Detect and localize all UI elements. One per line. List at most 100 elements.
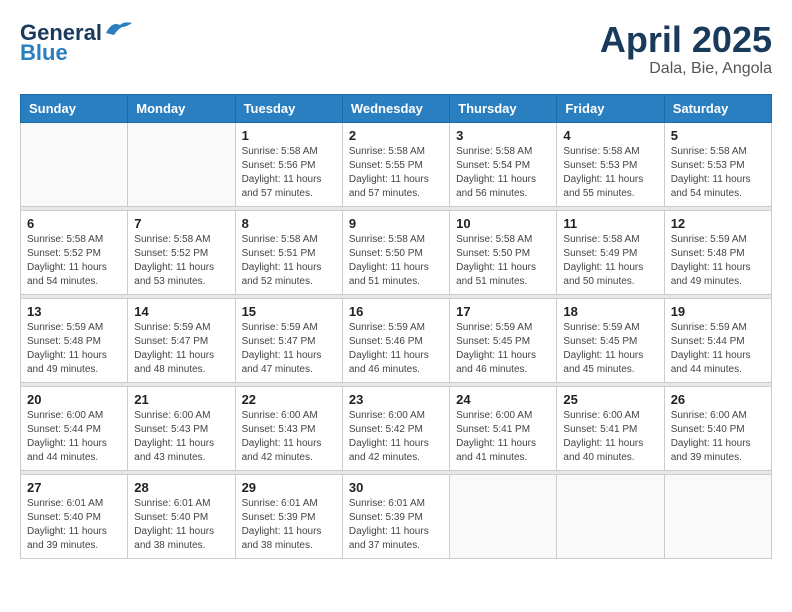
day-number: 13 (27, 304, 121, 319)
day-number: 6 (27, 216, 121, 231)
day-info: Sunrise: 6:01 AM Sunset: 5:39 PM Dayligh… (349, 497, 443, 553)
day-number: 16 (349, 304, 443, 319)
calendar-cell (557, 474, 664, 558)
calendar-week-row: 27 Sunrise: 6:01 AM Sunset: 5:40 PM Dayli… (21, 474, 772, 558)
calendar-cell: 11 Sunrise: 5:58 AM Sunset: 5:49 PM Dayli… (557, 210, 664, 294)
day-info: Sunrise: 6:00 AM Sunset: 5:40 PM Dayligh… (671, 409, 765, 465)
logo-blue: Blue (20, 40, 68, 66)
day-info: Sunrise: 5:58 AM Sunset: 5:56 PM Dayligh… (242, 145, 336, 201)
logo-bird-icon (104, 19, 134, 39)
day-number: 7 (134, 216, 228, 231)
day-number: 29 (242, 480, 336, 495)
day-info: Sunrise: 5:59 AM Sunset: 5:48 PM Dayligh… (671, 233, 765, 289)
day-number: 30 (349, 480, 443, 495)
day-number: 4 (563, 128, 657, 143)
calendar-subtitle: Dala, Bie, Angola (600, 60, 772, 78)
day-info: Sunrise: 5:58 AM Sunset: 5:49 PM Dayligh… (563, 233, 657, 289)
calendar-cell (21, 122, 128, 206)
day-number: 21 (134, 392, 228, 407)
calendar-cell: 19 Sunrise: 5:59 AM Sunset: 5:44 PM Dayli… (664, 298, 771, 382)
day-info: Sunrise: 5:58 AM Sunset: 5:54 PM Dayligh… (456, 145, 550, 201)
calendar-week-row: 13 Sunrise: 5:59 AM Sunset: 5:48 PM Dayli… (21, 298, 772, 382)
logo: General Blue (20, 20, 134, 66)
title-block: April 2025 Dala, Bie, Angola (600, 20, 772, 78)
day-number: 23 (349, 392, 443, 407)
day-number: 20 (27, 392, 121, 407)
calendar-cell: 2 Sunrise: 5:58 AM Sunset: 5:55 PM Daylig… (342, 122, 449, 206)
day-info: Sunrise: 6:00 AM Sunset: 5:44 PM Dayligh… (27, 409, 121, 465)
calendar-cell (664, 474, 771, 558)
day-number: 27 (27, 480, 121, 495)
weekday-header: Friday (557, 94, 664, 122)
day-info: Sunrise: 5:58 AM Sunset: 5:52 PM Dayligh… (27, 233, 121, 289)
calendar-cell: 30 Sunrise: 6:01 AM Sunset: 5:39 PM Dayli… (342, 474, 449, 558)
day-number: 11 (563, 216, 657, 231)
calendar-cell: 27 Sunrise: 6:01 AM Sunset: 5:40 PM Dayli… (21, 474, 128, 558)
calendar-cell: 3 Sunrise: 5:58 AM Sunset: 5:54 PM Daylig… (450, 122, 557, 206)
day-number: 8 (242, 216, 336, 231)
calendar-week-row: 6 Sunrise: 5:58 AM Sunset: 5:52 PM Daylig… (21, 210, 772, 294)
calendar-cell (450, 474, 557, 558)
day-number: 22 (242, 392, 336, 407)
day-number: 14 (134, 304, 228, 319)
calendar-cell: 4 Sunrise: 5:58 AM Sunset: 5:53 PM Daylig… (557, 122, 664, 206)
day-info: Sunrise: 6:00 AM Sunset: 5:43 PM Dayligh… (242, 409, 336, 465)
calendar-cell: 5 Sunrise: 5:58 AM Sunset: 5:53 PM Daylig… (664, 122, 771, 206)
day-number: 28 (134, 480, 228, 495)
day-info: Sunrise: 5:59 AM Sunset: 5:47 PM Dayligh… (134, 321, 228, 377)
day-number: 3 (456, 128, 550, 143)
day-number: 17 (456, 304, 550, 319)
weekday-header: Saturday (664, 94, 771, 122)
day-info: Sunrise: 5:59 AM Sunset: 5:45 PM Dayligh… (563, 321, 657, 377)
day-number: 24 (456, 392, 550, 407)
calendar-cell: 13 Sunrise: 5:59 AM Sunset: 5:48 PM Dayli… (21, 298, 128, 382)
day-info: Sunrise: 6:01 AM Sunset: 5:40 PM Dayligh… (134, 497, 228, 553)
day-number: 2 (349, 128, 443, 143)
calendar-cell: 29Sunrise: 6:01 AM Sunset: 5:39 PM Dayli… (235, 474, 342, 558)
day-number: 5 (671, 128, 765, 143)
day-info: Sunrise: 5:58 AM Sunset: 5:53 PM Dayligh… (671, 145, 765, 201)
calendar-header-row: SundayMondayTuesdayWednesdayThursdayFrid… (21, 94, 772, 122)
day-info: Sunrise: 5:58 AM Sunset: 5:50 PM Dayligh… (456, 233, 550, 289)
weekday-header: Tuesday (235, 94, 342, 122)
weekday-header: Monday (128, 94, 235, 122)
day-number: 9 (349, 216, 443, 231)
calendar-cell: 14 Sunrise: 5:59 AM Sunset: 5:47 PM Dayli… (128, 298, 235, 382)
day-info: Sunrise: 5:58 AM Sunset: 5:55 PM Dayligh… (349, 145, 443, 201)
day-number: 25 (563, 392, 657, 407)
day-number: 12 (671, 216, 765, 231)
day-info: Sunrise: 5:58 AM Sunset: 5:50 PM Dayligh… (349, 233, 443, 289)
page-header: General Blue April 2025 Dala, Bie, Angol… (20, 20, 772, 78)
day-number: 19 (671, 304, 765, 319)
calendar-cell: 7Sunrise: 5:58 AM Sunset: 5:52 PM Daylig… (128, 210, 235, 294)
day-info: Sunrise: 6:00 AM Sunset: 5:42 PM Dayligh… (349, 409, 443, 465)
day-number: 10 (456, 216, 550, 231)
day-info: Sunrise: 5:59 AM Sunset: 5:48 PM Dayligh… (27, 321, 121, 377)
calendar-title: April 2025 (600, 20, 772, 60)
weekday-header: Wednesday (342, 94, 449, 122)
calendar-cell (128, 122, 235, 206)
calendar-cell: 12 Sunrise: 5:59 AM Sunset: 5:48 PM Dayli… (664, 210, 771, 294)
calendar-cell: 1Sunrise: 5:58 AM Sunset: 5:56 PM Daylig… (235, 122, 342, 206)
calendar-cell: 15Sunrise: 5:59 AM Sunset: 5:47 PM Dayli… (235, 298, 342, 382)
weekday-header: Sunday (21, 94, 128, 122)
day-info: Sunrise: 5:59 AM Sunset: 5:45 PM Dayligh… (456, 321, 550, 377)
day-info: Sunrise: 6:01 AM Sunset: 5:40 PM Dayligh… (27, 497, 121, 553)
calendar-week-row: 20 Sunrise: 6:00 AM Sunset: 5:44 PM Dayli… (21, 386, 772, 470)
calendar-cell: 9 Sunrise: 5:58 AM Sunset: 5:50 PM Daylig… (342, 210, 449, 294)
calendar-cell: 21 Sunrise: 6:00 AM Sunset: 5:43 PM Dayli… (128, 386, 235, 470)
calendar-cell: 10 Sunrise: 5:58 AM Sunset: 5:50 PM Dayli… (450, 210, 557, 294)
day-info: Sunrise: 5:58 AM Sunset: 5:53 PM Dayligh… (563, 145, 657, 201)
day-info: Sunrise: 5:59 AM Sunset: 5:47 PM Dayligh… (242, 321, 336, 377)
calendar-cell: 18 Sunrise: 5:59 AM Sunset: 5:45 PM Dayli… (557, 298, 664, 382)
day-info: Sunrise: 5:59 AM Sunset: 5:44 PM Dayligh… (671, 321, 765, 377)
day-number: 18 (563, 304, 657, 319)
day-info: Sunrise: 6:00 AM Sunset: 5:41 PM Dayligh… (456, 409, 550, 465)
calendar-cell: 23 Sunrise: 6:00 AM Sunset: 5:42 PM Dayli… (342, 386, 449, 470)
day-info: Sunrise: 6:00 AM Sunset: 5:43 PM Dayligh… (134, 409, 228, 465)
day-info: Sunrise: 6:00 AM Sunset: 5:41 PM Dayligh… (563, 409, 657, 465)
calendar-week-row: 1Sunrise: 5:58 AM Sunset: 5:56 PM Daylig… (21, 122, 772, 206)
calendar-cell: 17 Sunrise: 5:59 AM Sunset: 5:45 PM Dayli… (450, 298, 557, 382)
calendar-cell: 22 Sunrise: 6:00 AM Sunset: 5:43 PM Dayli… (235, 386, 342, 470)
calendar-cell: 25 Sunrise: 6:00 AM Sunset: 5:41 PM Dayli… (557, 386, 664, 470)
